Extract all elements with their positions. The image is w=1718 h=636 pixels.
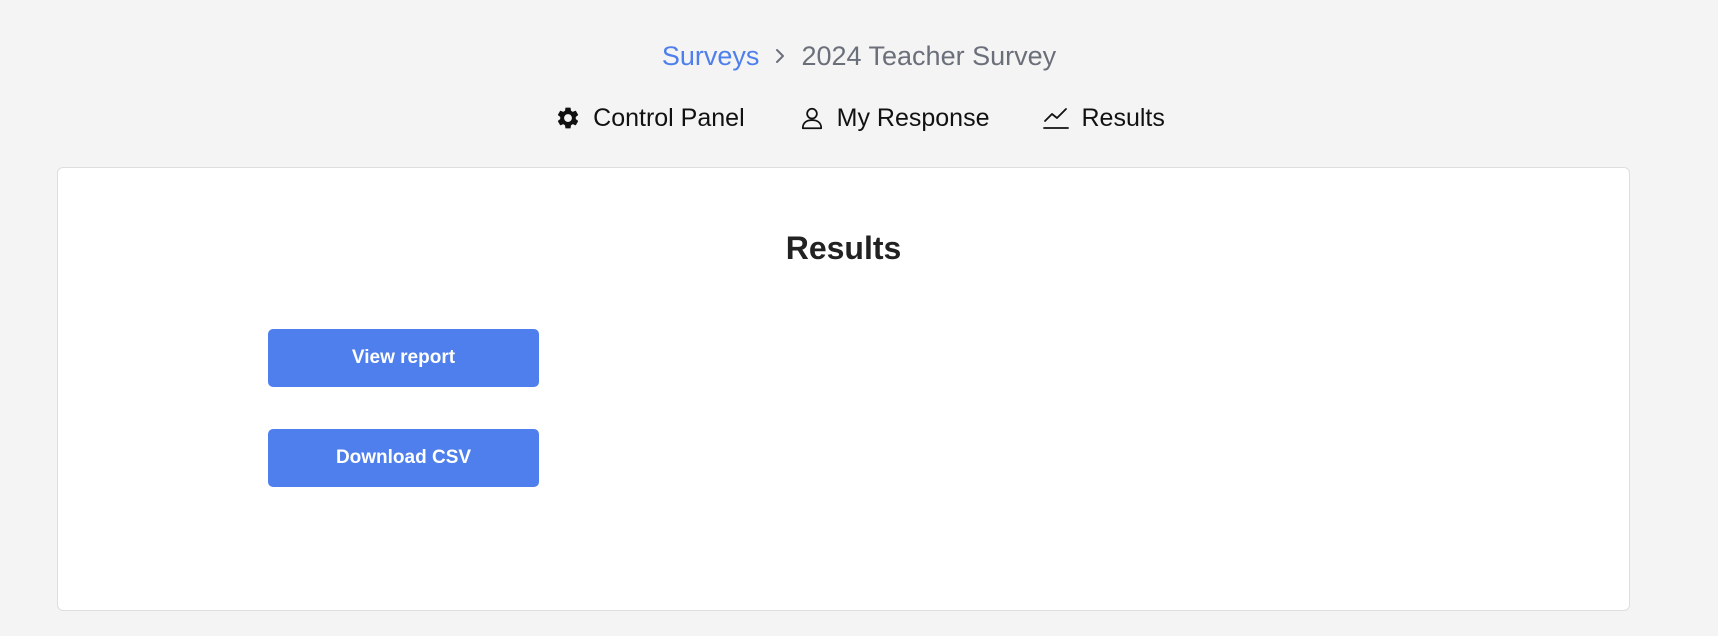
page-title: Results — [785, 230, 902, 266]
breadcrumb-current: 2024 Teacher Survey — [801, 41, 1057, 71]
gear-icon — [553, 103, 583, 133]
nav-item-label: My Response — [836, 104, 990, 132]
line-chart-icon — [1041, 103, 1071, 133]
nav-item-results[interactable]: Results — [1041, 98, 1165, 138]
survey-nav: Control Panel My Response Results — [0, 98, 1718, 138]
results-card: Results View report Download CSV — [57, 167, 1630, 611]
nav-item-my-response[interactable]: My Response — [797, 98, 990, 138]
view-report-button[interactable]: View report — [268, 329, 539, 387]
breadcrumb: Surveys 2024 Teacher Survey — [0, 36, 1718, 76]
nav-item-label: Results — [1081, 104, 1165, 132]
nav-item-control-panel[interactable]: Control Panel — [553, 98, 745, 138]
chevron-right-icon — [773, 47, 787, 65]
nav-item-label: Control Panel — [593, 104, 745, 132]
user-icon — [797, 103, 827, 133]
download-csv-button[interactable]: Download CSV — [268, 429, 539, 487]
breadcrumb-surveys-link[interactable]: Surveys — [662, 36, 760, 76]
